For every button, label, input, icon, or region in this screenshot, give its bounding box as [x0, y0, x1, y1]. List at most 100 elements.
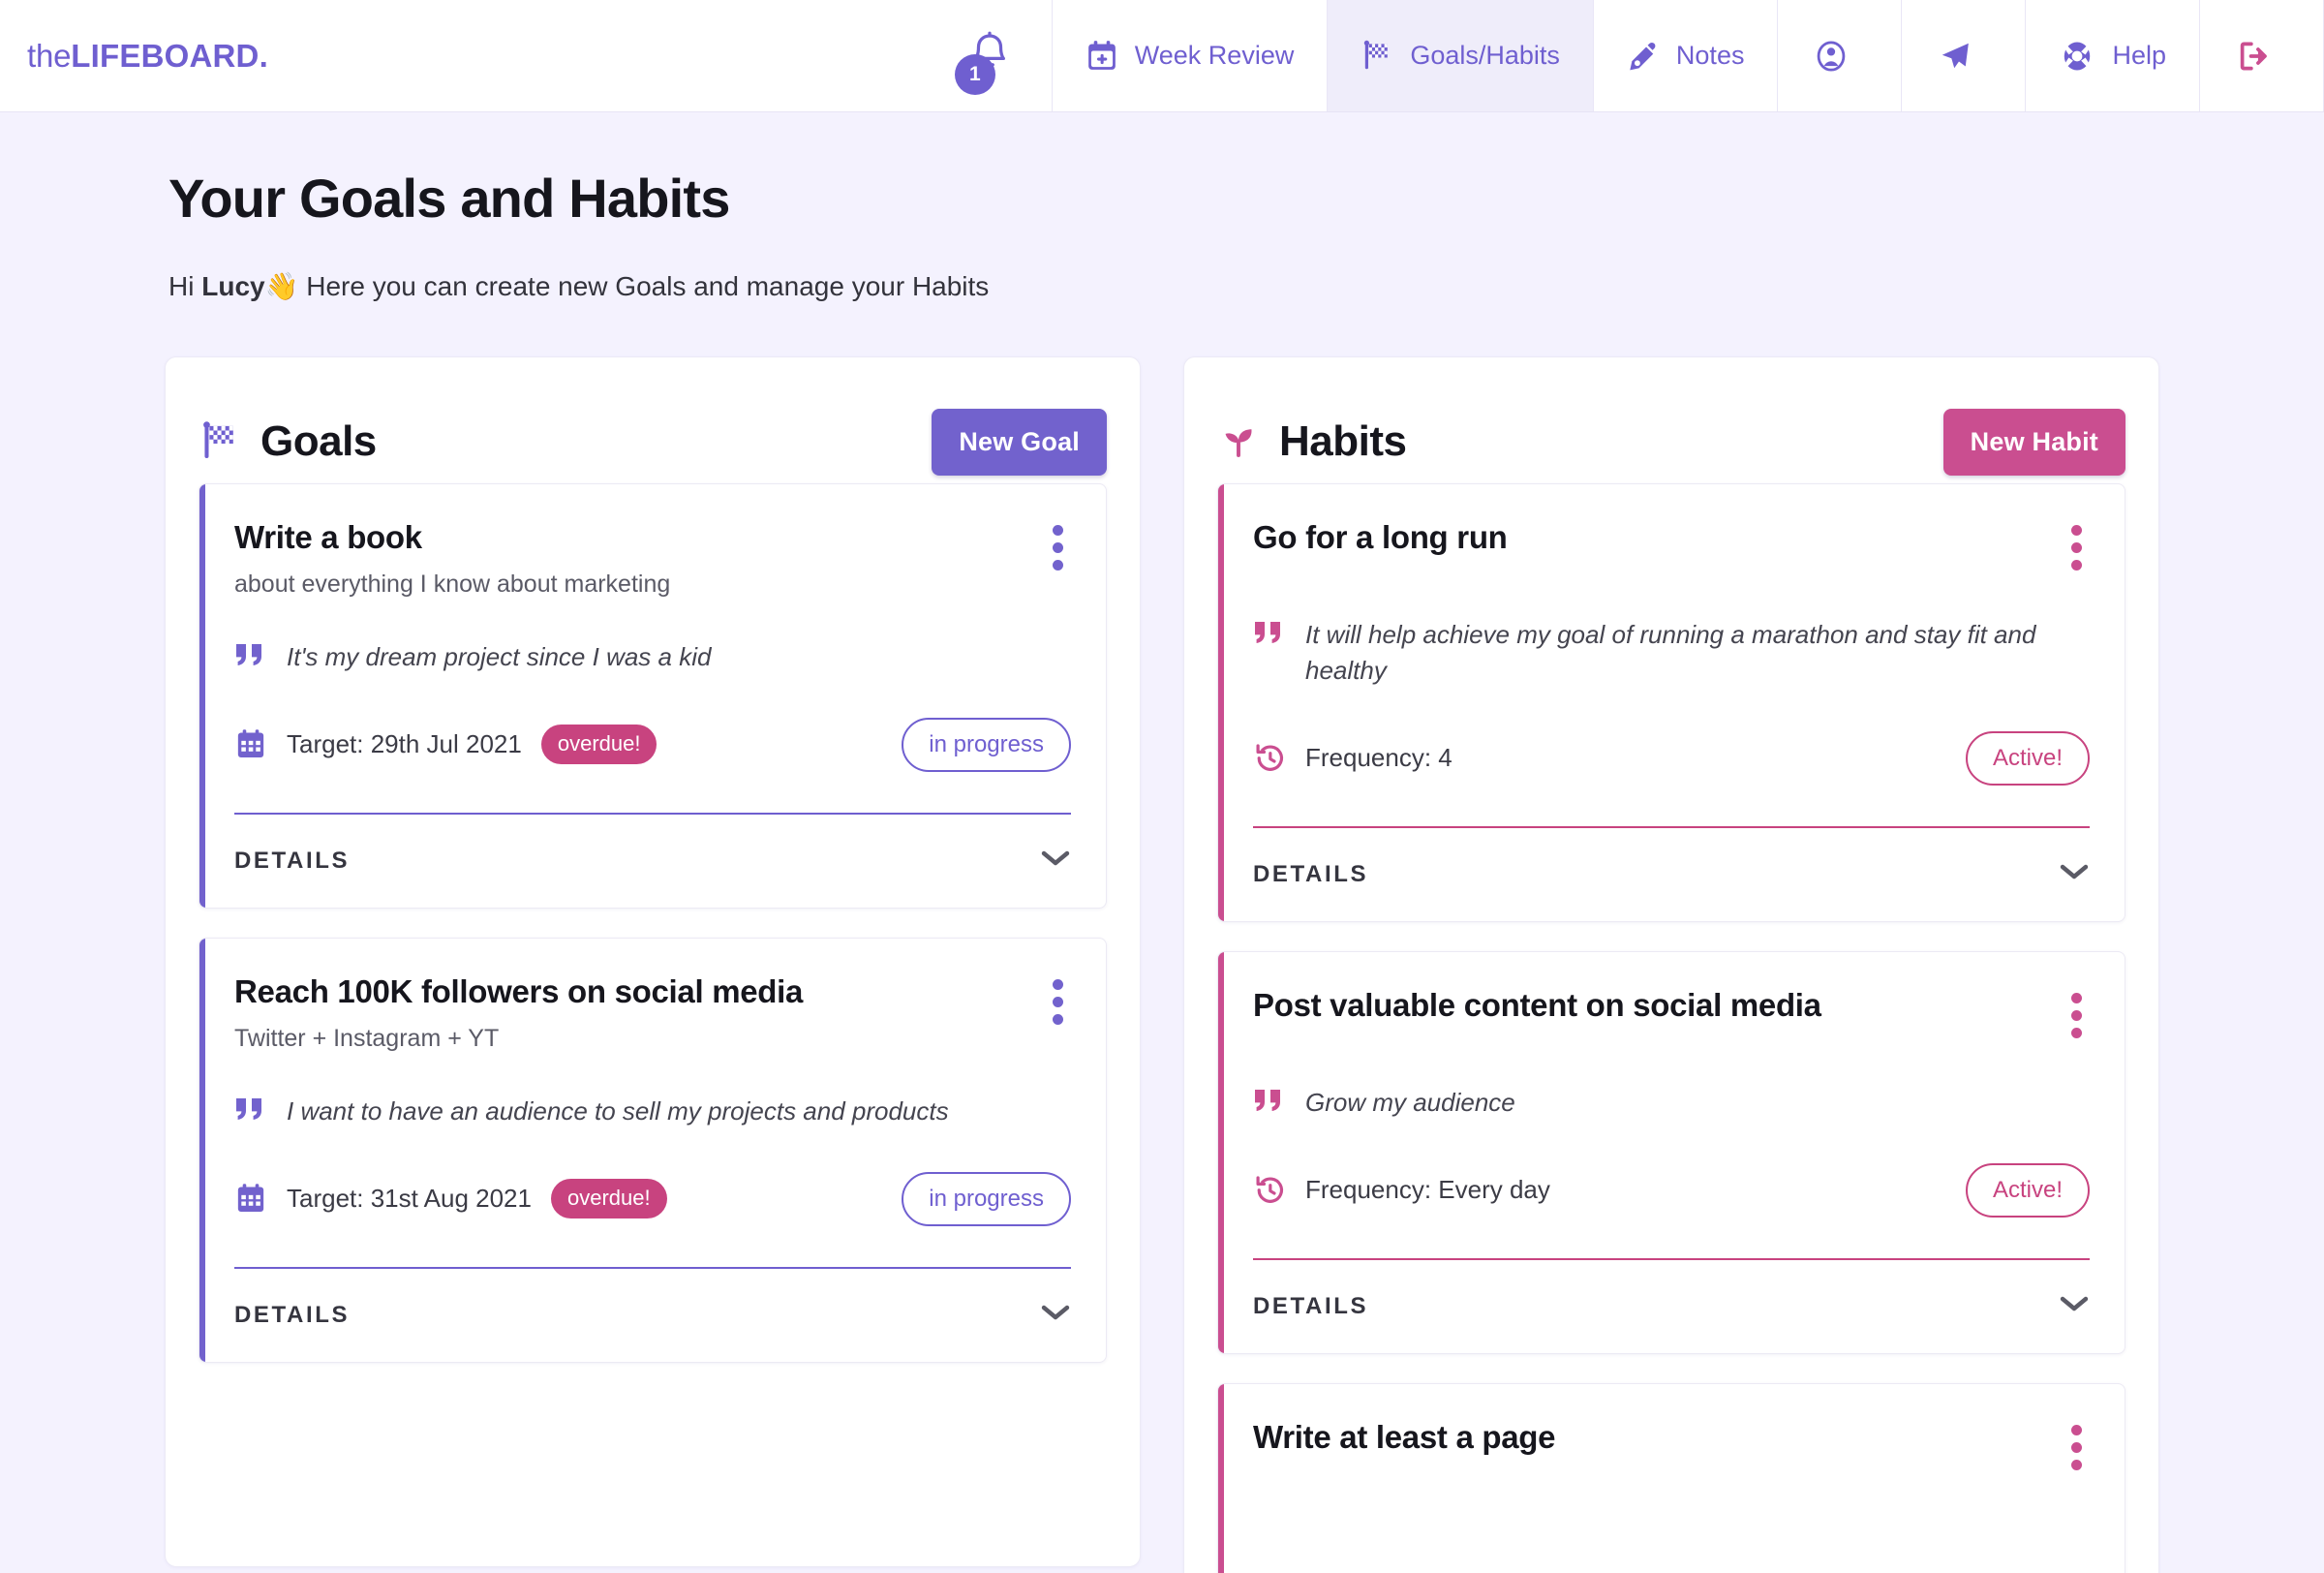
- notification-count-badge: 1: [954, 54, 995, 95]
- goal-card-quote-row: It's my dream project since I was a kid: [234, 637, 1071, 675]
- nav-item-goals-habits-label: Goals/Habits: [1410, 41, 1560, 70]
- habit-card[interactable]: Write at least a page: [1217, 1382, 2125, 1573]
- habit-card-details-label: DETAILS: [1253, 1292, 1369, 1319]
- goal-card-details-toggle[interactable]: DETAILS: [234, 1269, 1071, 1362]
- goal-card-text: Write a book about everything I know abo…: [234, 519, 670, 599]
- nav-item-notes-label: Notes: [1675, 41, 1745, 70]
- logout-icon: [2235, 37, 2272, 76]
- nav-item-goals-habits[interactable]: Goals/Habits: [1327, 0, 1593, 111]
- nav-item-notes[interactable]: Notes: [1592, 0, 1778, 111]
- page-title: Your Goals and Habits: [168, 168, 730, 229]
- habit-card-quote-row: It will help achieve my goal of running …: [1253, 615, 2090, 689]
- goal-card-subtitle: about everything I know about marketing: [234, 570, 671, 598]
- habit-card-menu-button[interactable]: [2064, 1419, 2090, 1476]
- habits-panel: Habits New Habit Go for a long run It wi…: [1183, 356, 2159, 1573]
- history-clock-icon: [1253, 741, 1286, 776]
- new-habit-button[interactable]: New Habit: [1942, 408, 2125, 476]
- greeting-suffix: Here you can create new Goals and manage…: [298, 271, 990, 301]
- goal-card[interactable]: Write a book about everything I know abo…: [199, 483, 1107, 909]
- habit-card-status-pill[interactable]: Active!: [1965, 730, 2090, 786]
- habit-card-frequency: Frequency: Every day: [1305, 1175, 1550, 1205]
- habit-card-quote: Grow my audience: [1305, 1087, 1515, 1117]
- goal-card-meta-row: Target: 31st Aug 2021 overdue! in progre…: [234, 1171, 1071, 1226]
- habit-card[interactable]: Go for a long run It will help achieve m…: [1217, 483, 2125, 922]
- nav-item-profile[interactable]: [1777, 0, 1902, 111]
- notifications-button[interactable]: 1: [928, 0, 1052, 111]
- goal-card-status-pill[interactable]: in progress: [902, 717, 1071, 772]
- goal-card-title: Reach 100K followers on social media: [234, 972, 804, 1009]
- quote-icon: [234, 1095, 265, 1127]
- app-logo[interactable]: the LIFEBOARD.: [0, 0, 268, 111]
- goal-card-menu-button[interactable]: [1045, 973, 1071, 1031]
- kebab-dot: [2071, 1424, 2082, 1435]
- goal-card-target-group: Target: 31st Aug 2021 overdue!: [234, 1179, 667, 1219]
- habits-panel-title: Habits: [1217, 417, 1407, 466]
- nav-item-week-review[interactable]: Week Review: [1051, 0, 1328, 111]
- seedling-icon: [1217, 419, 1260, 464]
- goal-card[interactable]: Reach 100K followers on social media Twi…: [199, 937, 1107, 1363]
- habit-card-menu-button[interactable]: [2064, 987, 2090, 1044]
- greeting-username: Lucy: [201, 271, 265, 301]
- habit-card-details-toggle[interactable]: DETAILS: [1253, 828, 2090, 921]
- kebab-dot: [2071, 1441, 2082, 1453]
- goal-card-overdue-badge: overdue!: [540, 725, 657, 765]
- goal-card-subtitle: Twitter + Instagram + YT: [234, 1024, 500, 1052]
- goal-card-details-toggle[interactable]: DETAILS: [234, 815, 1071, 908]
- greeting-text: Hi Lucy👋 Here you can create new Goals a…: [168, 270, 2159, 302]
- kebab-dot: [2071, 1009, 2082, 1021]
- habit-card-header: Write at least a page: [1253, 1419, 2090, 1486]
- goals-title-label: Goals: [260, 417, 377, 465]
- goal-card-target-group: Target: 29th Jul 2021 overdue!: [234, 725, 657, 765]
- calendar-icon: [234, 727, 267, 762]
- habit-card-title: Post valuable content on social media: [1253, 986, 1821, 1023]
- goal-card-overdue-badge: overdue!: [550, 1179, 667, 1219]
- logo-suffix: LIFEBOARD.: [71, 37, 268, 74]
- kebab-dot: [1053, 996, 1063, 1007]
- kebab-dot: [1053, 525, 1063, 536]
- goal-card-target-date: Target: 29th Jul 2021: [287, 729, 522, 759]
- kebab-dot: [1053, 560, 1063, 571]
- nav-item-help[interactable]: Help: [2025, 0, 2199, 111]
- habit-card-header: Go for a long run: [1253, 519, 2090, 576]
- habit-card-details-toggle[interactable]: DETAILS: [1253, 1260, 2090, 1353]
- habit-card-frequency: Frequency: 4: [1305, 743, 1452, 773]
- habit-card[interactable]: Post valuable content on social media Gr…: [1217, 950, 2125, 1354]
- goal-card-quote: It's my dream project since I was a kid: [287, 641, 712, 671]
- kebab-dot: [2071, 560, 2082, 571]
- columns-container: Goals New Goal Write a book about everyt…: [165, 356, 2159, 1573]
- goal-card-header: Reach 100K followers on social media Twi…: [234, 973, 1071, 1053]
- chevron-down-icon: [1040, 1303, 1071, 1327]
- nav-items: 1 Week Review Goals/Habits Notes Help: [928, 0, 2324, 111]
- kebab-dot: [1053, 978, 1063, 990]
- goal-card-meta-row: Target: 29th Jul 2021 overdue! in progre…: [234, 717, 1071, 772]
- nav-item-send[interactable]: [1901, 0, 2026, 111]
- paper-plane-icon: [1937, 37, 1973, 76]
- habit-card-title: Go for a long run: [1253, 519, 1508, 555]
- chevron-down-icon: [1040, 848, 1071, 873]
- checkered-flag-icon: [1361, 39, 1393, 74]
- goal-card-text: Reach 100K followers on social media Twi…: [234, 973, 803, 1053]
- page-content: Your Goals and Habits Hi Lucy👋 Here you …: [0, 112, 2324, 1573]
- habit-card-meta-row: Frequency: 4 Active!: [1253, 730, 2090, 786]
- goal-card-quote: I want to have an audience to sell my pr…: [287, 1095, 949, 1126]
- history-clock-icon: [1253, 1173, 1286, 1208]
- habit-card-frequency-group: Frequency: 4: [1253, 741, 1452, 776]
- logo-prefix: the: [27, 37, 72, 74]
- new-goal-button[interactable]: New Goal: [932, 408, 1107, 476]
- habit-card-menu-button[interactable]: [2064, 519, 2090, 576]
- goal-card-status-pill[interactable]: in progress: [902, 1171, 1071, 1226]
- chevron-down-icon: [2059, 1294, 2090, 1318]
- habit-card-status-pill[interactable]: Active!: [1965, 1162, 2090, 1218]
- page-inner: Your Goals and Habits Hi Lucy👋 Here you …: [165, 167, 2159, 1573]
- nav-item-logout[interactable]: [2199, 0, 2324, 111]
- kebab-dot: [1053, 1013, 1063, 1025]
- goal-card-details-label: DETAILS: [234, 1301, 351, 1328]
- kebab-dot: [1053, 542, 1063, 553]
- checkered-flag-icon: [199, 419, 241, 464]
- goal-card-menu-button[interactable]: [1045, 519, 1071, 576]
- goal-card-details-label: DETAILS: [234, 847, 351, 874]
- habit-card-frequency-group: Frequency: Every day: [1253, 1173, 1550, 1208]
- kebab-dot: [2071, 1027, 2082, 1038]
- habit-card-details-label: DETAILS: [1253, 860, 1369, 887]
- calendar-plus-icon: [1086, 39, 1118, 74]
